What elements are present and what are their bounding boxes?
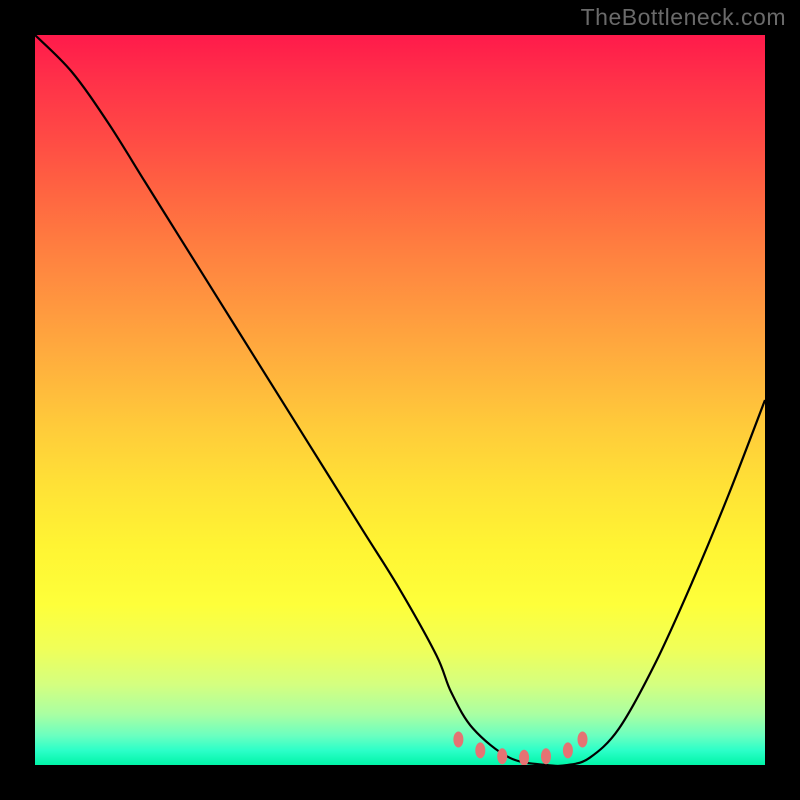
- chart-svg: [35, 35, 765, 765]
- valley-marker: [519, 750, 529, 765]
- bottleneck-curve: [35, 35, 765, 765]
- chart-plot-area: [35, 35, 765, 765]
- valley-marker: [497, 748, 507, 764]
- valley-marker: [475, 742, 485, 758]
- valley-marker-group: [453, 731, 587, 765]
- valley-marker: [563, 742, 573, 758]
- valley-marker: [578, 731, 588, 747]
- valley-marker: [453, 731, 463, 747]
- attribution-text: TheBottleneck.com: [581, 4, 786, 31]
- valley-marker: [541, 748, 551, 764]
